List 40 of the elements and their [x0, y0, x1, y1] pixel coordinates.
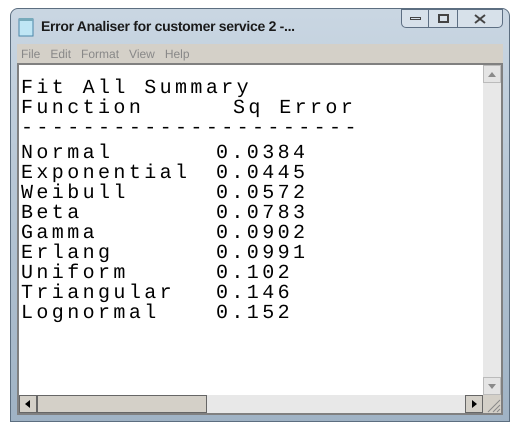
scroll-left-button[interactable]: [19, 395, 37, 413]
menu-item[interactable]: Help: [164, 44, 190, 62]
sq-error-value: 0.0384: [216, 144, 308, 164]
function-name: Uniform: [21, 264, 129, 284]
function-name: Erlang: [21, 244, 114, 264]
resize-grip-icon[interactable]: [483, 395, 501, 413]
sq-error-value: 0.0902: [216, 224, 308, 244]
scroll-up-button[interactable]: [483, 65, 501, 83]
minimize-button[interactable]: [401, 9, 429, 28]
sq-error-value: 0.102: [216, 264, 294, 284]
function-name: Weibull: [21, 184, 129, 204]
sq-error-value: 0.0991: [216, 244, 308, 264]
column-header: Sq Error: [233, 99, 356, 119]
separator-line: ----------------------: [21, 119, 361, 139]
function-name: Gamma: [21, 224, 98, 244]
function-name: Exponential: [21, 164, 192, 184]
vertical-scrollbar[interactable]: [483, 65, 501, 395]
document-title: Fit All Summary: [21, 79, 252, 99]
scroll-thumb[interactable]: [37, 395, 207, 413]
menu-item[interactable]: Edit: [50, 44, 72, 62]
sq-error-value: 0.0445: [216, 164, 308, 184]
menu-item[interactable]: File: [21, 44, 40, 62]
sq-error-value: 0.146: [216, 284, 294, 304]
function-name: Normal: [21, 144, 114, 164]
function-name: Triangular: [21, 284, 176, 304]
menu-item[interactable]: Format: [81, 44, 120, 62]
sq-error-value: 0.152: [216, 304, 294, 324]
window-title: Error Analiser for customer service 2 -...: [41, 17, 295, 36]
sq-error-value: 0.0783: [216, 204, 308, 224]
menu-item[interactable]: View: [129, 44, 155, 62]
sq-error-value: 0.0572: [216, 184, 308, 204]
close-button[interactable]: [457, 9, 503, 28]
maximize-button[interactable]: [429, 9, 457, 28]
notepad-icon: [17, 16, 35, 36]
scroll-right-button[interactable]: [465, 395, 483, 413]
function-name: Lognormal: [21, 304, 160, 324]
horizontal-scrollbar[interactable]: [19, 395, 483, 413]
close-icon: [474, 14, 486, 24]
function-name: Beta: [21, 204, 83, 224]
column-header: Function: [21, 99, 145, 119]
